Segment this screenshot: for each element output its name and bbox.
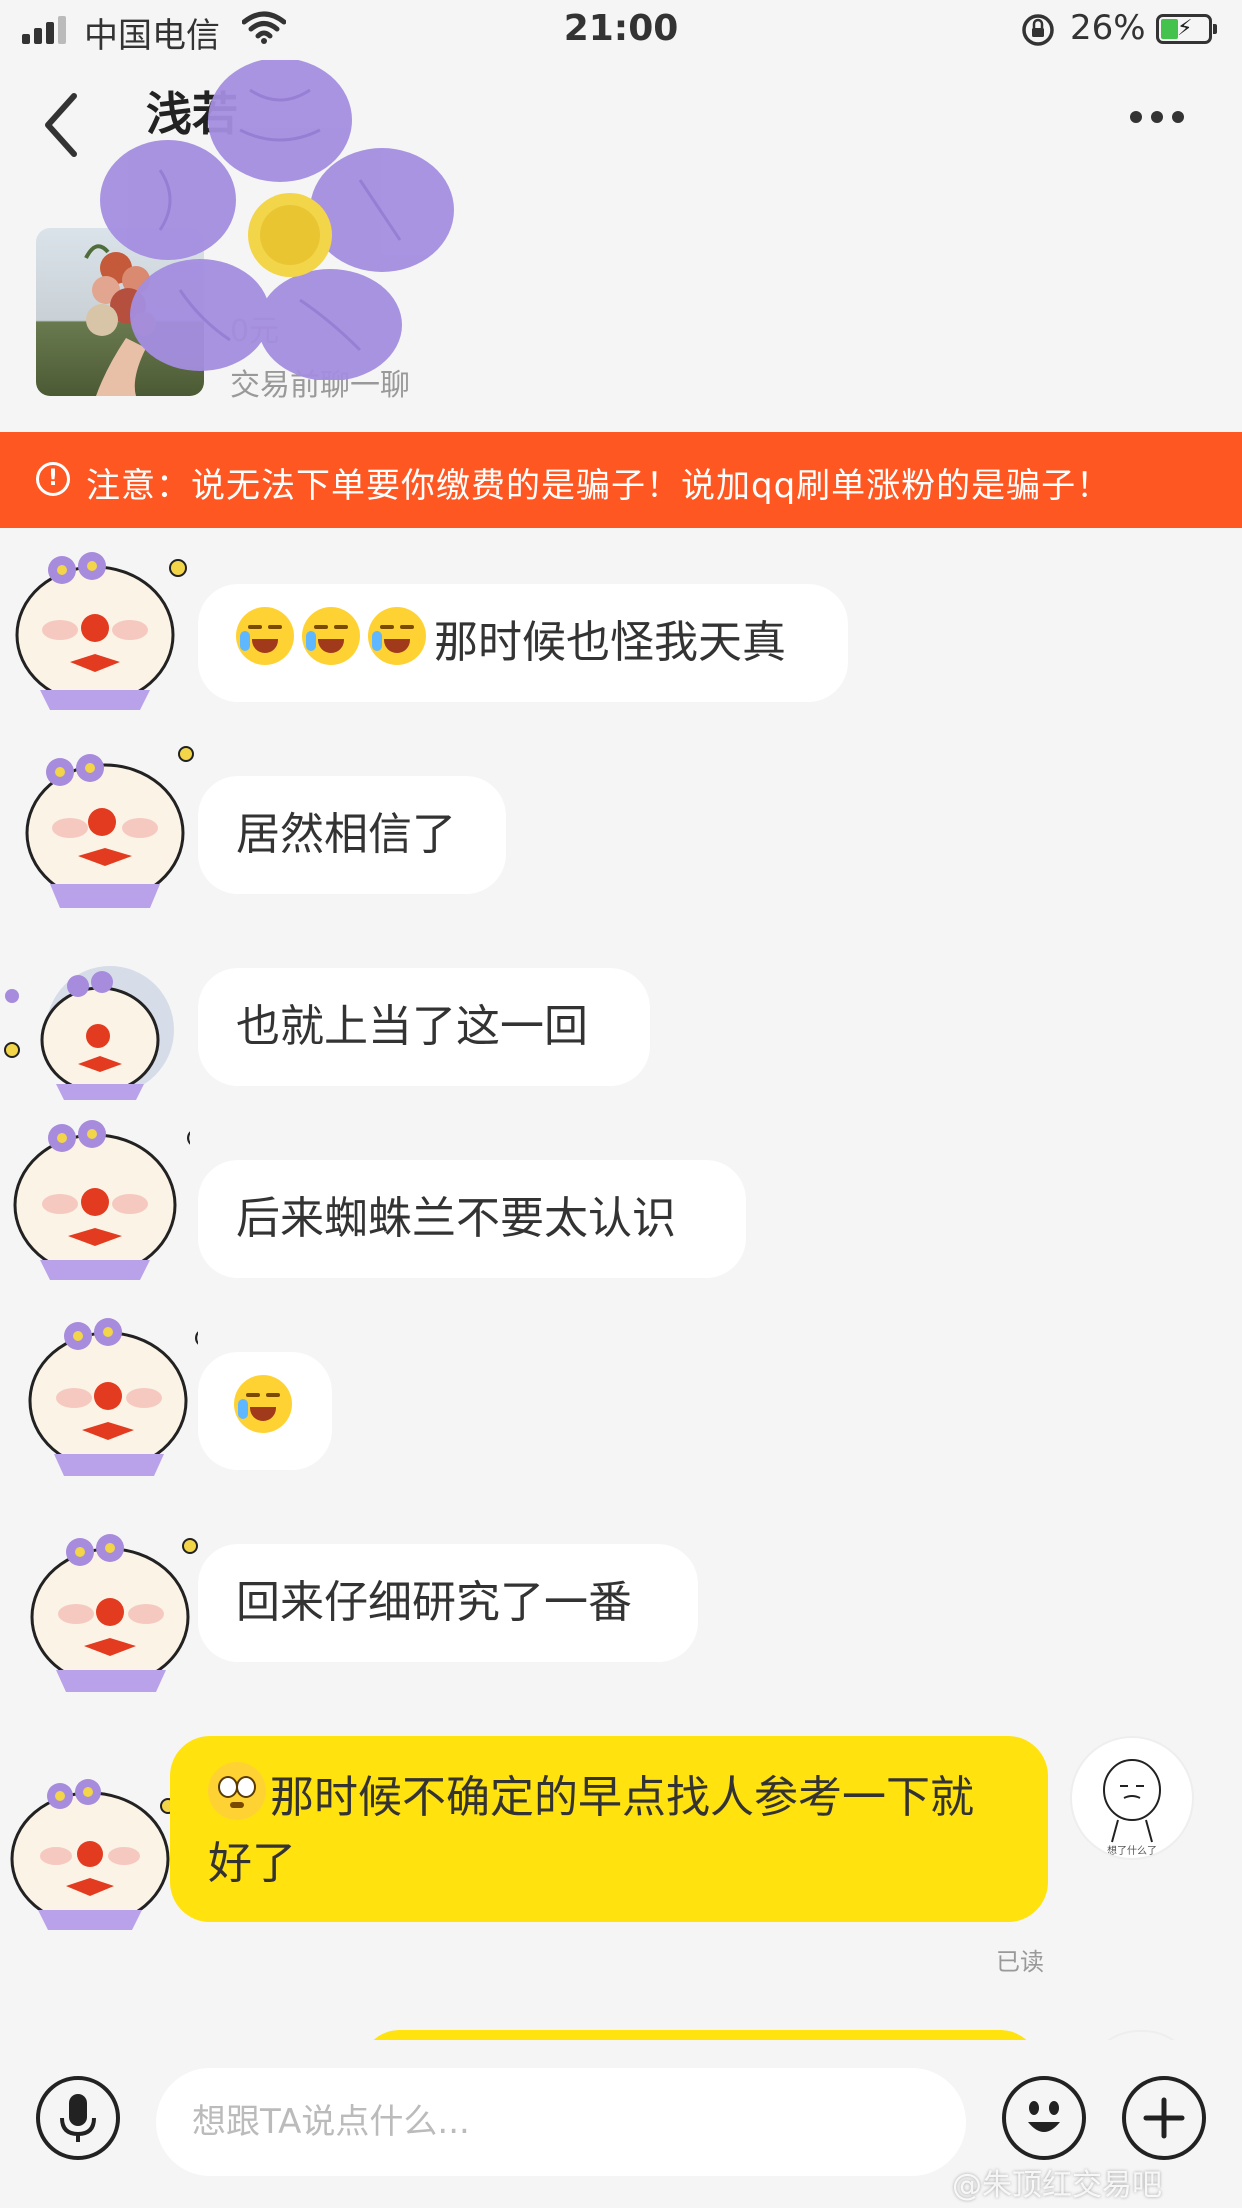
battery-percent: 26% — [1070, 8, 1146, 48]
message-input[interactable]: 想跟TA说点什么... — [156, 2068, 966, 2176]
message-text: 回来仔细研究了一番 — [236, 1577, 632, 1628]
microphone-icon — [60, 2094, 96, 2142]
my-avatar[interactable]: 想了什么了 — [1070, 1736, 1194, 1860]
contact-avatar[interactable] — [8, 1306, 198, 1476]
contact-avatar[interactable] — [10, 738, 200, 908]
more-options-icon[interactable] — [1130, 108, 1193, 127]
watermark: @朱顶红交易吧 — [952, 2168, 1162, 2203]
smiley-icon — [1028, 2101, 1060, 2132]
contact-avatar[interactable] — [0, 960, 190, 1130]
message-bubble[interactable]: 居然相信了 — [198, 776, 506, 894]
avatar-caption: 想了什么了 — [1107, 1844, 1157, 1857]
battery-icon: ⚡ — [1156, 14, 1217, 44]
message-bubble[interactable]: 回来仔细研究了一番 — [198, 1544, 698, 1662]
message-text: 后来蜘蛛兰不要太认识 — [236, 1193, 676, 1244]
message-text: 那时候不确定的早点找人参考一下就好了 — [208, 1772, 974, 1889]
pleading-face-icon — [208, 1762, 266, 1820]
contact-avatar[interactable] — [0, 1110, 190, 1280]
contact-avatar[interactable] — [0, 540, 190, 710]
message-text: 也就上当了这一回 — [236, 1001, 588, 1052]
crying-face-icon — [236, 607, 294, 665]
plus-icon — [1143, 2097, 1185, 2139]
voice-input-button[interactable] — [36, 2076, 120, 2160]
crying-face-icon — [368, 607, 426, 665]
message-bubble[interactable] — [198, 1352, 332, 1470]
status-bar: 中国电信 21:00 26% ⚡ — [0, 0, 1242, 62]
my-message-bubble[interactable]: 那时候不确定的早点找人参考一下就好了 — [170, 1736, 1048, 1922]
crying-face-icon — [302, 607, 360, 665]
flower-sticker — [100, 60, 454, 380]
crying-face-icon — [234, 1375, 292, 1433]
back-arrow-icon[interactable] — [40, 90, 80, 160]
message-text: 居然相信了 — [236, 809, 456, 860]
scam-warning-banner: ! 注意：说无法下单要你缴费的是骗子！说加qq刷单涨粉的是骗子！ — [0, 432, 1242, 528]
more-actions-button[interactable] — [1122, 2076, 1206, 2160]
message-text: 那时候也怪我天真 — [434, 617, 786, 668]
contact-avatar[interactable] — [0, 1764, 190, 1934]
warning-text: 注意：说无法下单要你缴费的是骗子！说加qq刷单涨粉的是骗子！ — [86, 466, 1112, 506]
read-receipt: 已读 — [996, 1948, 1044, 1976]
meme-face: 想了什么了 — [1103, 1759, 1161, 1857]
warning-icon: ! — [36, 462, 70, 496]
message-bubble[interactable]: 后来蜘蛛兰不要太认识 — [198, 1160, 746, 1278]
message-bubble[interactable]: 也就上当了这一回 — [198, 968, 650, 1086]
contact-avatar[interactable] — [10, 1522, 200, 1692]
message-bubble[interactable]: 那时候也怪我天真 — [198, 584, 848, 702]
rotation-lock-icon — [1022, 14, 1054, 46]
emoji-button[interactable] — [1002, 2076, 1086, 2160]
